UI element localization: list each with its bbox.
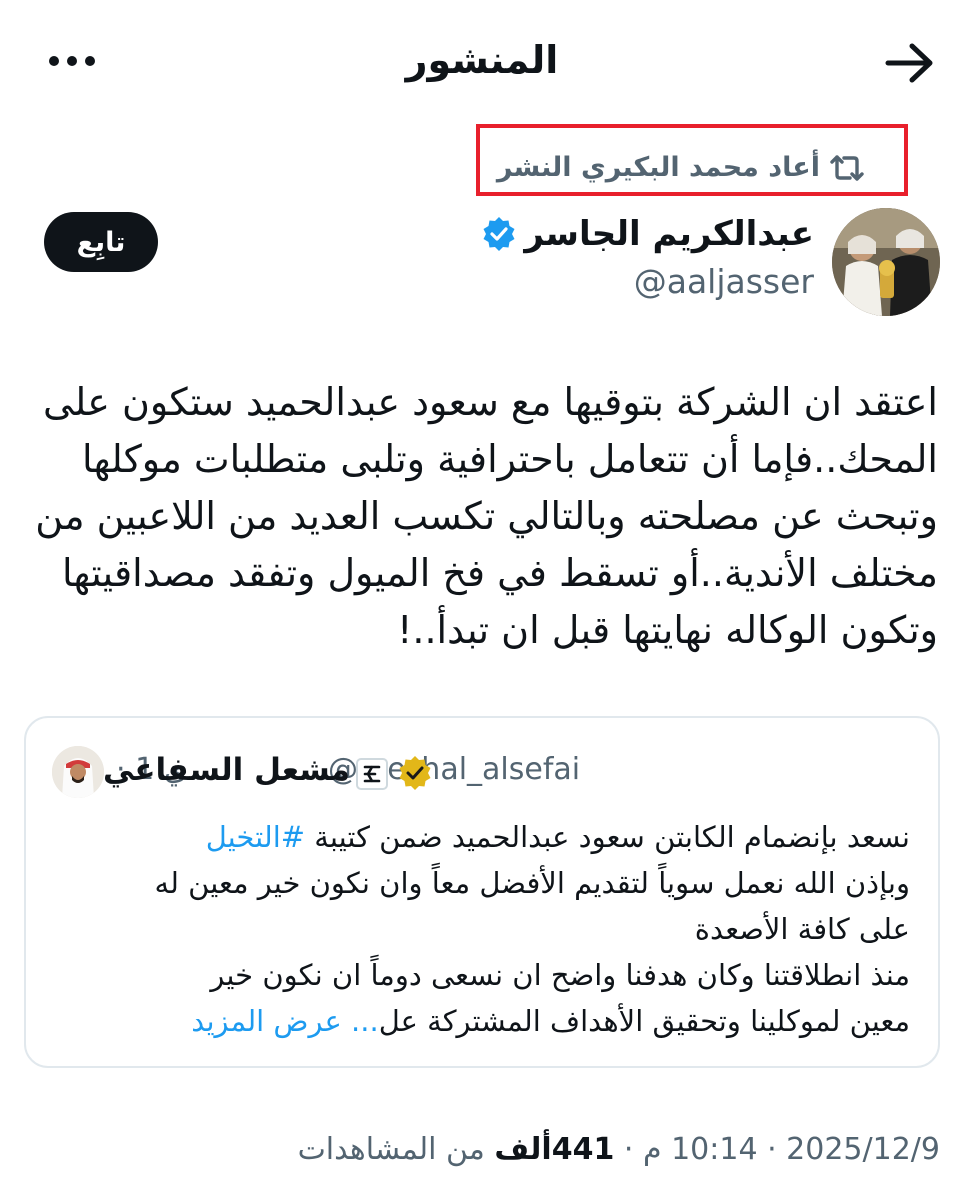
repost-icon — [830, 153, 864, 183]
quote-text: نسعد بإنضمام الكابتن سعود عبدالحميد ضمن … — [50, 814, 910, 1044]
quote-line-text: معين لموكلينا وتحقيق الأهداف المشتركة عل — [378, 1004, 910, 1038]
quote-line: معين لموكلينا وتحقيق الأهداف المشتركة عل… — [50, 998, 910, 1044]
arrow-right-icon[interactable] — [882, 38, 938, 88]
repost-text: أعاد محمد البكيري النشر — [496, 152, 820, 183]
follow-button[interactable]: تابِع — [44, 212, 158, 272]
separator: · — [614, 1132, 634, 1167]
hashtag-link[interactable]: #التخيل — [206, 820, 305, 854]
views-count: 441ألف — [494, 1132, 615, 1167]
post-meta: 2025/12/9 · 10:14 م · 441ألف من المشاهدا… — [298, 1132, 940, 1167]
repost-banner[interactable]: أعاد محمد البكيري النشر — [497, 152, 864, 183]
quote-author-name[interactable]: مشعل السفاعي — [103, 752, 350, 788]
quote-avatar[interactable] — [52, 746, 104, 798]
affiliate-badge-icon — [356, 758, 388, 790]
quote-line: منذ انطلاقتنا وكان هدفنا واضح ان نسعى دو… — [210, 958, 910, 992]
quote-line: وبإذن الله نعمل سوياً لتقديم الأفضل معاً… — [154, 866, 910, 900]
quote-line: على كافة الأصعدة — [694, 912, 910, 946]
separator: · — [757, 1132, 777, 1167]
post-date[interactable]: 2025/12/9 — [786, 1132, 940, 1167]
tweet-line: وتبحث عن مصلحته وبالتالي تكسب العديد من … — [35, 494, 938, 538]
tweet-line: مختلف الأندية..أو تسقط في فخ الميول وتفق… — [61, 551, 938, 595]
post-page: المنشور أعاد محمد البكيري النشر عبدالكري… — [0, 0, 964, 1200]
tweet-line: وتكون الوكاله نهايتها قبل ان تبدأ..! — [397, 608, 938, 652]
quote-line: نسعد بإنضمام الكابتن سعود عبدالحميد ضمن … — [50, 814, 910, 860]
views-label: من المشاهدات — [297, 1132, 485, 1167]
author-handle[interactable]: @aaljasser — [634, 262, 814, 301]
author-name[interactable]: عبدالكريم الجاسر — [524, 214, 814, 254]
tweet-line: اعتقد ان الشركة بتوقيها مع سعود عبدالحمي… — [42, 380, 938, 424]
author-name-row[interactable]: عبدالكريم الجاسر — [482, 214, 814, 254]
author-avatar[interactable] — [832, 208, 940, 316]
page-title: المنشور — [405, 38, 559, 82]
top-bar: المنشور — [0, 0, 964, 120]
repost-highlight-box: أعاد محمد البكيري النشر — [476, 124, 908, 196]
verified-gold-badge-icon — [398, 756, 432, 790]
tweet-text: اعتقد ان الشركة بتوقيها مع سعود عبدالحمي… — [24, 374, 938, 659]
quote-line-text: نسعد بإنضمام الكابتن سعود عبدالحميد ضمن … — [305, 820, 910, 854]
tweet-line: المحك..فإما أن تتعامل باحترافية وتلبى مت… — [82, 437, 938, 481]
show-more-link[interactable]: ... عرض المزيد — [191, 1004, 378, 1038]
verified-badge-icon — [482, 217, 516, 251]
post-time[interactable]: 10:14 م — [643, 1132, 758, 1167]
